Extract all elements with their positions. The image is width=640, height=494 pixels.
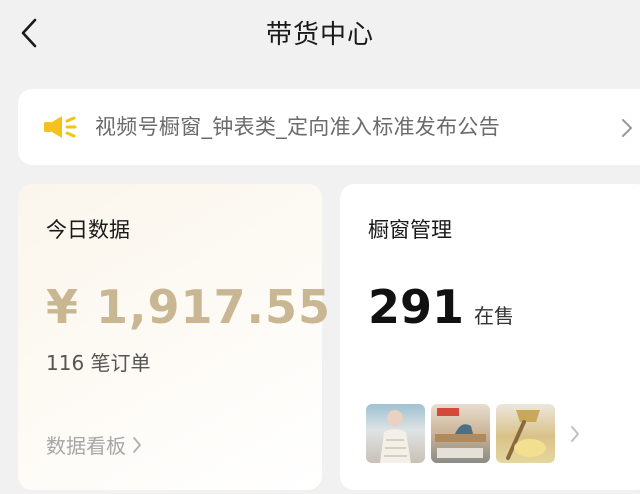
data-dashboard-link[interactable]: 数据看板 [46,430,142,459]
chevron-right-icon [133,436,141,453]
today-data-title: 今日数据 [46,218,130,242]
chevron-right-icon [622,119,632,137]
product-thumbnail[interactable] [431,404,490,463]
product-image [435,408,486,458]
product-thumbnail[interactable] [496,404,555,463]
megaphone-icon [44,116,77,138]
product-image [506,410,546,460]
announcement-text: 视频号橱窗_钟表类_定向准入标准发布公告 [95,115,500,139]
announcement-banner[interactable]: 视频号橱窗_钟表类_定向准入标准发布公告 [18,89,640,165]
today-data-card[interactable]: 今日数据 ¥ 1,917.55 116 笔订单 数据看板 [18,184,330,490]
product-image [380,410,411,463]
sales-amount: ¥ 1,917.55 [46,280,332,334]
on-sale-label: 在售 [474,304,515,328]
top-bar: 带货中心 [0,0,640,68]
on-sale-count: 291 [368,280,465,334]
showcase-management-card[interactable]: 橱窗管理 291 在售 [340,184,640,490]
showcase-management-title: 橱窗管理 [368,218,452,242]
product-thumbnails [366,404,581,463]
page-title: 带货中心 [265,20,374,50]
on-sale-count-group: 291 在售 [368,280,514,334]
chevron-right-icon[interactable] [569,424,581,444]
data-dashboard-label: 数据看板 [46,434,126,458]
product-thumbnail[interactable] [366,404,425,463]
order-count: 116 笔订单 [46,351,151,375]
